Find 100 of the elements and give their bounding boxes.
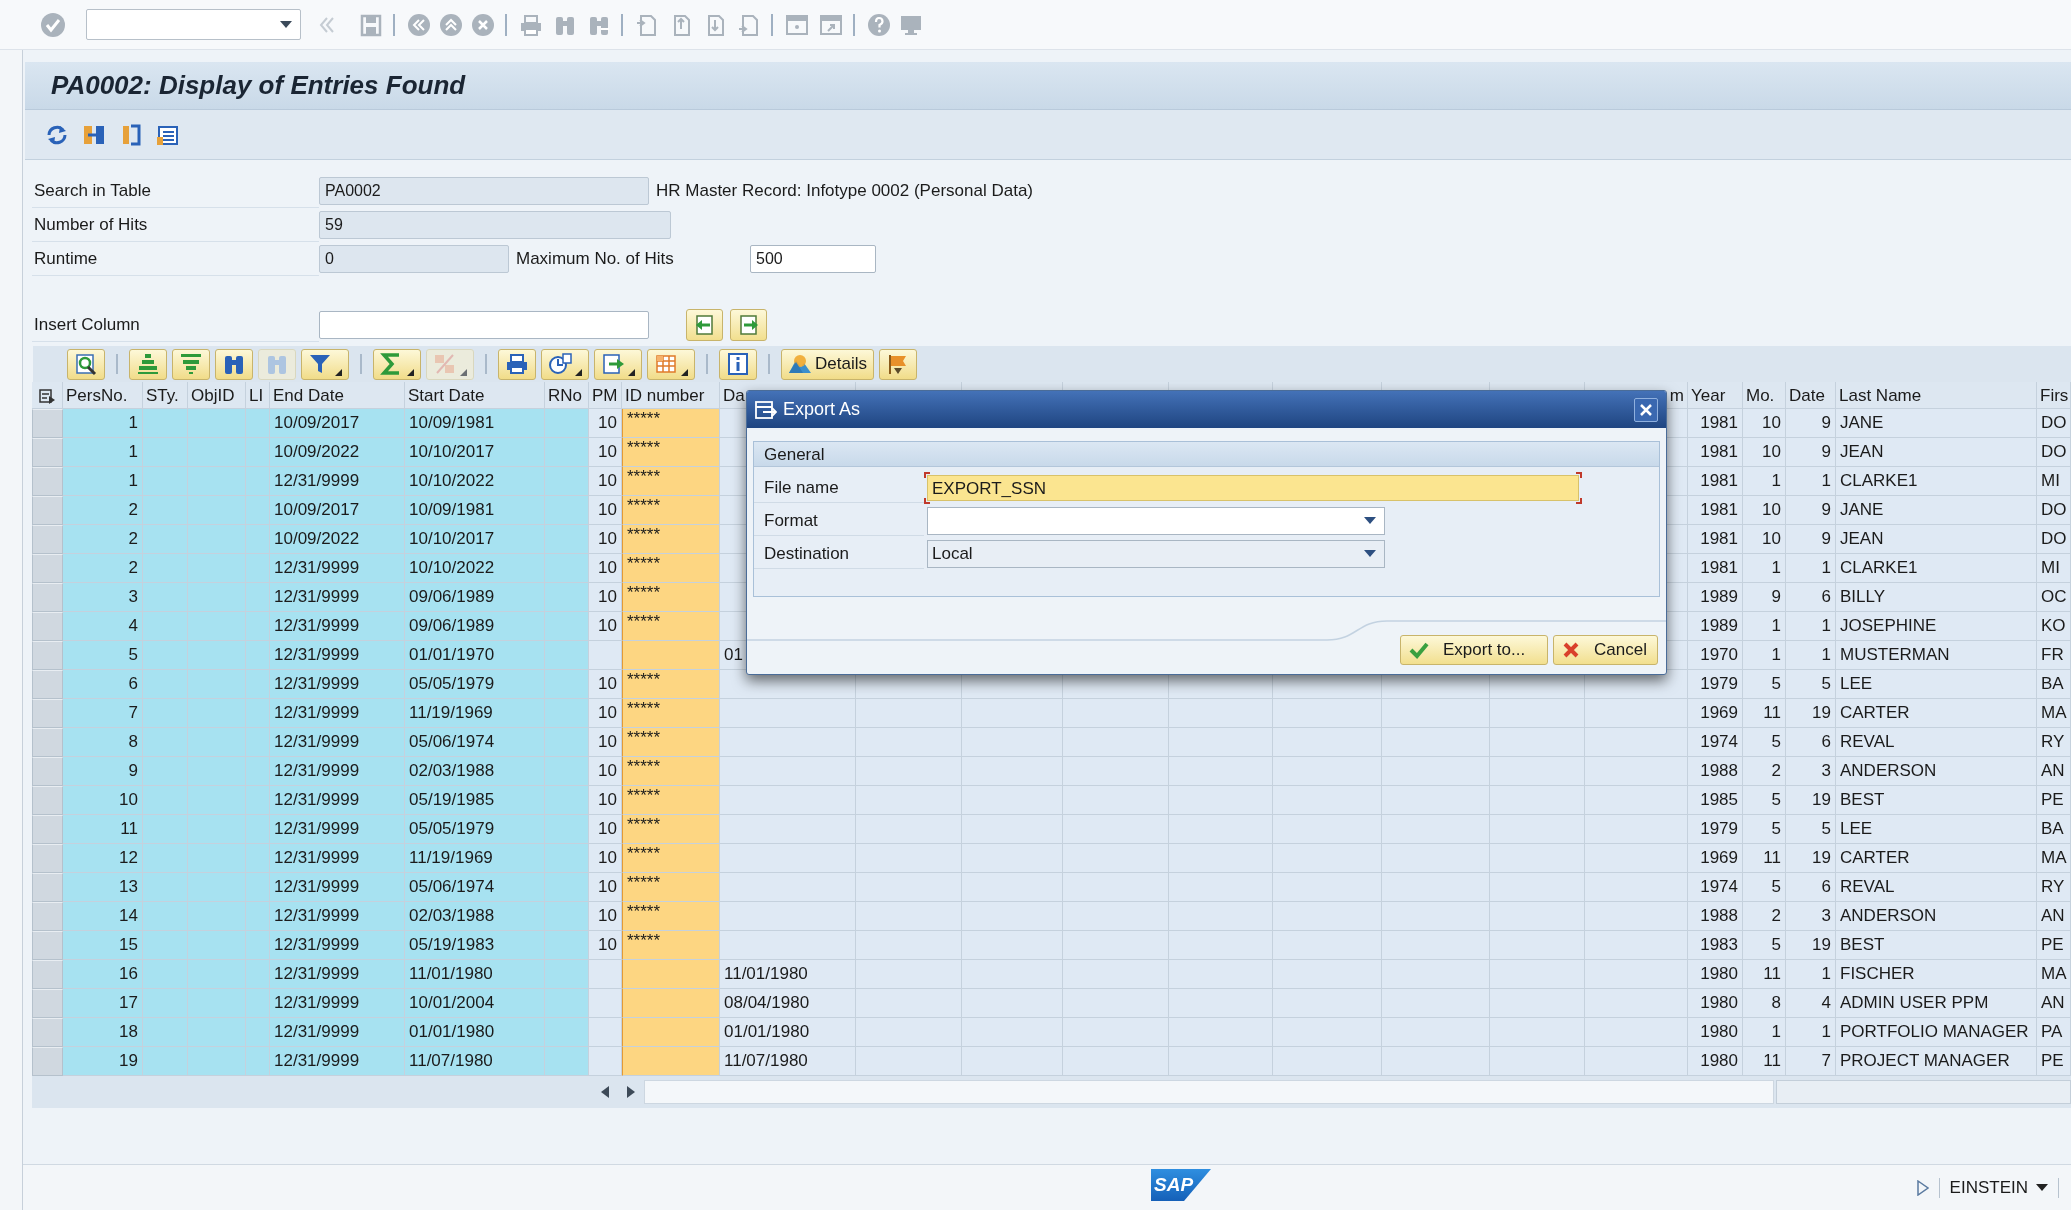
row-selector[interactable] (32, 844, 63, 873)
table-cell (246, 989, 270, 1018)
details-button[interactable]: Details (781, 348, 874, 380)
table-cell: 12/31/9999 (270, 670, 405, 699)
table-cell (188, 525, 246, 554)
row-selector[interactable] (32, 467, 63, 496)
row-selector[interactable] (32, 438, 63, 467)
toolbar-button[interactable] (172, 348, 210, 380)
row-selector[interactable] (32, 815, 63, 844)
insert-column-left-button[interactable] (686, 309, 723, 341)
table-cell: ***** (622, 467, 720, 496)
row-selector[interactable] (32, 496, 63, 525)
table-cell (143, 1047, 188, 1076)
save-icon (359, 12, 383, 37)
cancel-button[interactable]: Cancel (1553, 635, 1658, 665)
table-cell: 14 (63, 902, 143, 931)
row-selector[interactable] (32, 786, 63, 815)
table-cell: MA (2037, 844, 2071, 873)
row-selector[interactable] (32, 670, 63, 699)
table-cell: 1981 (1688, 525, 1743, 554)
row-selector[interactable] (32, 902, 63, 931)
table-cell: 6 (1786, 728, 1836, 757)
toolbar-button[interactable] (67, 348, 105, 380)
field-label: Number of Hits (32, 208, 319, 242)
table-cell: ***** (622, 699, 720, 728)
table-cell (188, 641, 246, 670)
table-cell: CLARKE1 (1836, 554, 2037, 583)
toolbar-menu-button[interactable] (541, 348, 589, 380)
table-cell: 10 (589, 815, 622, 844)
file-name-field[interactable]: EXPORT_SSN (924, 471, 1582, 504)
table-cell: PE (2037, 1047, 2071, 1076)
scrollbar-thumb[interactable] (1776, 1080, 2071, 1104)
row-selector[interactable] (32, 1018, 63, 1047)
table-cell: ***** (622, 902, 720, 931)
row-selector[interactable] (32, 960, 63, 989)
toolbar-button[interactable] (878, 348, 917, 380)
dropdown-arrow-icon (407, 368, 414, 376)
toolbar-menu-button[interactable] (647, 348, 695, 380)
table-cell (545, 1018, 589, 1047)
table-cell: 10 (589, 525, 622, 554)
toolbar-button[interactable] (498, 348, 536, 380)
table-cell: 10 (589, 728, 622, 757)
table-cell: 5 (1743, 873, 1786, 902)
dropdown-field[interactable] (927, 506, 1385, 535)
row-selector[interactable] (32, 699, 63, 728)
row-selector[interactable] (32, 612, 63, 641)
row-selector[interactable] (32, 728, 63, 757)
table-cell: MI (2037, 467, 2071, 496)
command-field[interactable] (86, 9, 301, 40)
toolbar-menu-button[interactable] (301, 348, 349, 380)
field-label: Insert Column (32, 308, 319, 342)
row-selector[interactable] (32, 873, 63, 902)
table-cell: REVAL (1836, 728, 2037, 757)
table-cell: 1 (1743, 1018, 1786, 1047)
table-cell: 1 (63, 409, 143, 438)
table-cell: 1969 (1688, 844, 1743, 873)
table-cell: 4 (1786, 989, 1836, 1018)
table-cell: MA (2037, 699, 2071, 728)
input-field[interactable] (319, 311, 649, 339)
table-cell: 10 (589, 757, 622, 786)
table-cell: 10 (589, 873, 622, 902)
row-selector[interactable] (32, 525, 63, 554)
field-label: Destination (754, 538, 924, 569)
toolbar-menu-button[interactable] (594, 348, 642, 380)
table-cell: MI (2037, 554, 2071, 583)
table-cell: 12/31/9999 (270, 757, 405, 786)
row-selector[interactable] (32, 1047, 63, 1076)
field-label: Maximum No. of Hits (516, 248, 675, 271)
insert-column-right-button[interactable] (730, 309, 767, 341)
row-selector[interactable] (32, 641, 63, 670)
table-cell (545, 757, 589, 786)
table-cell (143, 612, 188, 641)
user-menu[interactable]: EINSTEIN (1949, 1175, 2048, 1201)
toolbar-button[interactable] (719, 348, 757, 380)
table-cell: MUSTERMAN (1836, 641, 2037, 670)
close-button[interactable] (1634, 397, 1658, 422)
table-cell: 1 (1743, 641, 1786, 670)
dropdown-field[interactable]: Local (927, 539, 1385, 568)
row-selector[interactable] (32, 757, 63, 786)
export-button[interactable]: Export to... (1400, 635, 1548, 665)
right-arrow-icon (627, 1086, 635, 1098)
views-icon (548, 352, 572, 376)
input-field: PA0002 (319, 177, 649, 205)
caret-icon (1364, 550, 1376, 557)
group-title: General (754, 442, 1659, 467)
table-cell (246, 815, 270, 844)
row-selector[interactable] (32, 931, 63, 960)
toolbar-button[interactable] (215, 348, 253, 380)
table-cell: 10 (589, 786, 622, 815)
table-cell: 1981 (1688, 438, 1743, 467)
table-cell: 10 (589, 844, 622, 873)
input-field[interactable]: 500 (750, 245, 876, 273)
row-selector[interactable] (32, 989, 63, 1018)
row-selector[interactable] (32, 583, 63, 612)
table-cell: ***** (622, 583, 720, 612)
toolbar-button[interactable] (129, 348, 167, 380)
row-selector[interactable] (32, 554, 63, 583)
export-icon (601, 352, 625, 376)
table-cell: RY (2037, 873, 2071, 902)
toolbar-menu-button[interactable] (373, 348, 421, 380)
